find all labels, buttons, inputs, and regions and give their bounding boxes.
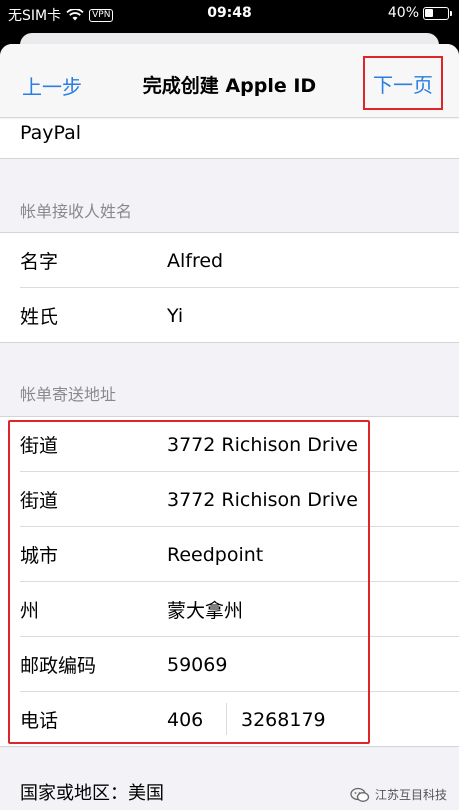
street1-row[interactable]: 街道 3772 Richison Drive xyxy=(0,417,459,472)
phone-row: 电话 406 3268179 xyxy=(0,692,459,747)
zip-row[interactable]: 邮政编码 59069 xyxy=(0,637,459,692)
payment-method-cell[interactable]: PayPal xyxy=(0,111,459,155)
street1-label: 街道 xyxy=(20,435,59,457)
billing-address-group: 街道 3772 Richison Drive 街道 3772 Richison … xyxy=(0,417,459,746)
country-text: 国家或地区：美国 xyxy=(20,783,164,804)
payment-method-group: PayPal xyxy=(0,119,459,159)
state-field[interactable]: 蒙大拿州 xyxy=(167,596,243,623)
billing-name-header: 帐单接收人姓名 xyxy=(20,202,133,221)
city-row[interactable]: 城市 Reedpoint xyxy=(0,527,459,582)
battery-icon xyxy=(423,6,452,20)
first-name-label: 名字 xyxy=(20,251,59,273)
battery-percent: 40% xyxy=(387,5,419,21)
watermark-text: 江苏互目科技 xyxy=(374,788,447,802)
watermark: 江苏互目科技 xyxy=(350,786,447,803)
city-field[interactable]: Reedpoint xyxy=(167,544,263,566)
next-page-button[interactable]: 下一页 xyxy=(363,56,443,110)
divider xyxy=(0,158,459,159)
last-name-field[interactable]: Yi xyxy=(167,305,183,327)
phone-number-field[interactable]: 3268179 xyxy=(241,709,326,731)
phone-divider xyxy=(226,703,227,735)
state-label: 州 xyxy=(20,600,40,622)
state-row[interactable]: 州 蒙大拿州 xyxy=(0,582,459,637)
nav-bar: 上一步 完成创建 Apple ID 下一页 xyxy=(0,44,459,118)
billing-name-group: 名字 Alfred 姓氏 Yi xyxy=(0,233,459,342)
divider xyxy=(0,746,459,747)
status-right: 40% xyxy=(387,5,452,21)
last-name-row[interactable]: 姓氏 Yi xyxy=(0,288,459,343)
status-bar: 无SIM卡 VPN 09:48 40% xyxy=(0,0,459,28)
first-name-field[interactable]: Alfred xyxy=(167,250,223,272)
phone-label: 电话 xyxy=(20,710,59,732)
next-page-label: 下一页 xyxy=(373,72,433,97)
last-name-label: 姓氏 xyxy=(20,306,59,328)
street2-row[interactable]: 街道 3772 Richison Drive xyxy=(0,472,459,527)
street2-label: 街道 xyxy=(20,490,59,512)
create-apple-id-sheet: 上一步 完成创建 Apple ID 下一页 PayPal 帐单接收人姓名 名字 … xyxy=(0,44,459,810)
wechat-icon xyxy=(350,787,370,802)
battery-fill xyxy=(425,8,434,17)
street2-field[interactable]: 3772 Richison Drive xyxy=(167,489,358,511)
payment-method-label: PayPal xyxy=(20,122,82,144)
first-name-row[interactable]: 名字 Alfred xyxy=(0,233,459,288)
zip-field[interactable]: 59069 xyxy=(167,654,227,676)
zip-label: 邮政编码 xyxy=(20,655,97,677)
city-label: 城市 xyxy=(20,545,59,567)
billing-address-header: 帐单寄送地址 xyxy=(20,385,117,404)
divider xyxy=(0,342,459,343)
street1-field[interactable]: 3772 Richison Drive xyxy=(167,434,358,456)
phone-area-field[interactable]: 406 xyxy=(167,709,203,731)
